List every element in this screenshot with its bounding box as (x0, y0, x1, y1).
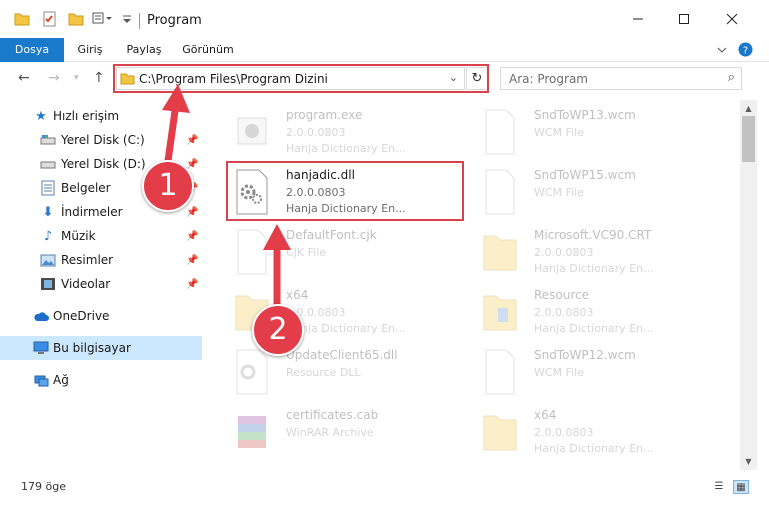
arrow-up-icon (162, 84, 190, 169)
arrow-up-icon (263, 224, 291, 312)
annotation-layer (162, 84, 291, 312)
step-badge-2: 2 (252, 304, 304, 356)
step-badge-1: 1 (142, 160, 194, 212)
